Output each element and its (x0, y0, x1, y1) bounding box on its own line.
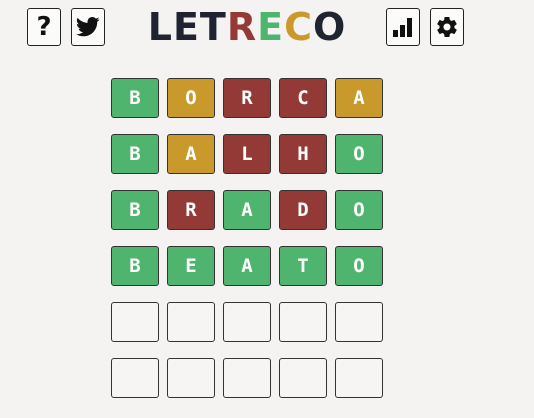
empty-tile (167, 302, 215, 342)
letter-tile: A (223, 190, 271, 230)
logo-letter: E (257, 5, 285, 49)
letter-tile: O (167, 78, 215, 118)
letter-tile: T (279, 246, 327, 286)
statistics-button[interactable] (386, 8, 420, 46)
logo-letter: O (312, 5, 347, 49)
letter-tile: B (111, 134, 159, 174)
empty-tile (223, 302, 271, 342)
logo-letter: T (199, 5, 227, 49)
empty-tile (111, 358, 159, 398)
letter-tile: A (223, 246, 271, 286)
empty-tile (335, 358, 383, 398)
letter-tile: O (335, 190, 383, 230)
letter-tile: E (167, 246, 215, 286)
logo-letter: E (172, 5, 200, 49)
letter-tile: L (223, 134, 271, 174)
letter-tile: A (167, 134, 215, 174)
logo-letter: C (284, 5, 313, 49)
empty-tile (279, 302, 327, 342)
letter-tile: B (111, 190, 159, 230)
letter-tile: O (335, 134, 383, 174)
letter-tile: B (111, 78, 159, 118)
letter-tile: A (335, 78, 383, 118)
logo-letter: L (147, 5, 173, 49)
letter-tile: H (279, 134, 327, 174)
letter-tile: D (279, 190, 327, 230)
logo-letter: R (226, 5, 258, 49)
letter-tile: O (335, 246, 383, 286)
letter-tile: B (111, 246, 159, 286)
letter-tile: C (279, 78, 327, 118)
empty-tile (223, 358, 271, 398)
bar-chart-icon (393, 18, 412, 37)
letter-tile: R (167, 190, 215, 230)
empty-tile (279, 358, 327, 398)
settings-button[interactable] (430, 8, 464, 46)
empty-tile (111, 302, 159, 342)
letter-tile: R (223, 78, 271, 118)
empty-tile (167, 358, 215, 398)
empty-tile (335, 302, 383, 342)
game-board: BORCABALHOBRADOBEATO (111, 78, 383, 398)
gear-icon (437, 17, 457, 38)
